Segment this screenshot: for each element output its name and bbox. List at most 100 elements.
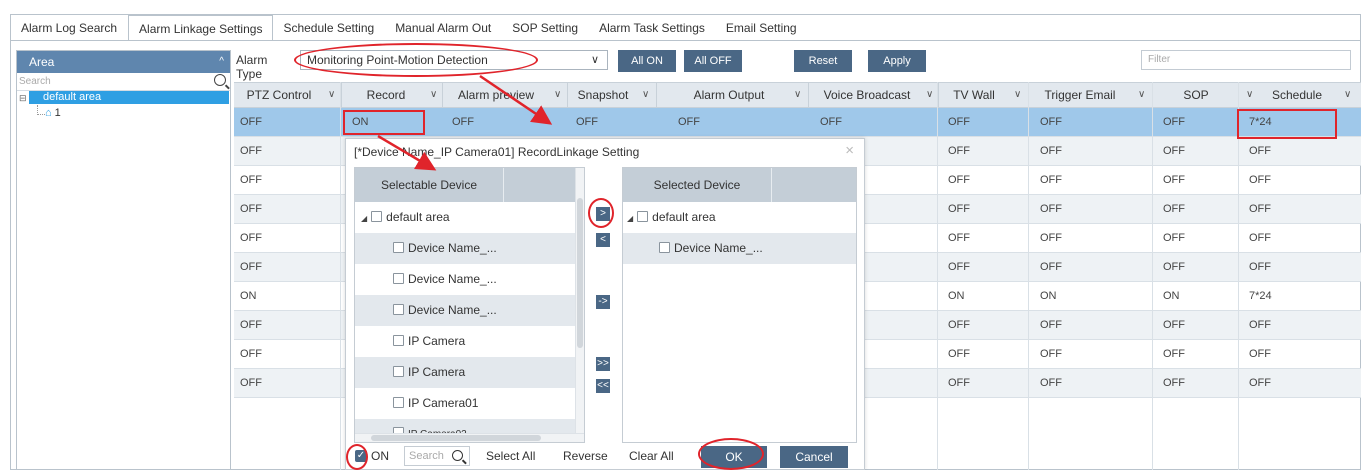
cell-schedule[interactable]: OFF (1243, 137, 1271, 165)
cell-sop[interactable]: OFF (1157, 311, 1185, 339)
expand-icon[interactable]: ◢ (627, 203, 633, 234)
on-checkbox[interactable]: ✓ (355, 450, 367, 462)
cell-preview[interactable]: OFF (446, 108, 474, 136)
checkbox[interactable] (637, 211, 649, 222)
cell-schedule[interactable]: 7*24 (1243, 282, 1272, 310)
chevron-down-icon[interactable]: ∨ (591, 51, 599, 69)
tab-email-setting[interactable]: Email Setting (716, 15, 808, 41)
checkbox[interactable] (393, 335, 404, 346)
cell-sop[interactable]: OFF (1157, 340, 1185, 368)
cell-tvwall[interactable]: OFF (942, 311, 970, 339)
tab-schedule-setting[interactable]: Schedule Setting (273, 15, 385, 41)
move-all-right-button[interactable]: >> (596, 357, 610, 371)
filter-input[interactable]: Filter (1141, 50, 1351, 70)
cell-ptz[interactable]: OFF (234, 195, 262, 223)
cell-tvwall[interactable]: OFF (942, 369, 970, 397)
cell-tvwall[interactable]: OFF (942, 224, 970, 252)
selectable-item[interactable]: IP Camera (355, 357, 577, 388)
selectable-item[interactable]: Device Name_... (355, 233, 577, 264)
horizontal-scrollbar[interactable] (355, 433, 584, 442)
cell-voice[interactable]: OFF (814, 108, 842, 136)
cancel-button[interactable]: Cancel (780, 446, 848, 468)
selectable-item[interactable]: IP Camera01 (355, 388, 577, 419)
col-trigger-email[interactable]: Trigger Email (1030, 83, 1130, 107)
cell-email[interactable]: OFF (1034, 195, 1062, 223)
selected-item[interactable]: Device Name_... (623, 233, 856, 264)
cell-ptz[interactable]: OFF (234, 137, 262, 165)
cell-sop[interactable]: OFF (1157, 224, 1185, 252)
cell-ptz[interactable]: OFF (234, 253, 262, 281)
cell-ptz[interactable]: ON (234, 282, 257, 310)
col-voice-broadcast[interactable]: Voice Broadcast (812, 83, 922, 107)
scroll-thumb[interactable] (371, 435, 541, 441)
col-record[interactable]: Record (346, 83, 426, 107)
cell-sop[interactable]: ON (1157, 282, 1180, 310)
cell-tvwall[interactable]: OFF (942, 195, 970, 223)
col-alarm-preview[interactable]: Alarm preview (446, 83, 546, 107)
area-header[interactable]: Area ^ (17, 51, 230, 73)
cell-sop[interactable]: OFF (1157, 253, 1185, 281)
tab-alarm-linkage-settings[interactable]: Alarm Linkage Settings (128, 15, 274, 41)
search-icon[interactable] (214, 74, 226, 86)
tree-node-default-area[interactable]: ⊟ default area (17, 91, 230, 105)
cell-schedule[interactable]: OFF (1243, 166, 1271, 194)
chevron-down-icon[interactable]: ∨ (926, 83, 933, 107)
selectable-item[interactable]: Device Name_... (355, 264, 577, 295)
checkbox[interactable] (393, 366, 404, 377)
scroll-thumb[interactable] (577, 198, 583, 348)
cell-tvwall[interactable]: OFF (942, 137, 970, 165)
cell-tvwall[interactable]: ON (942, 282, 965, 310)
cell-tvwall[interactable]: OFF (942, 108, 970, 136)
cell-sop[interactable]: OFF (1157, 369, 1185, 397)
chevron-down-icon[interactable]: ∨ (1014, 83, 1021, 107)
move-left-button[interactable]: < (596, 233, 610, 247)
collapse-icon[interactable]: ⊟ (19, 93, 27, 104)
cell-tvwall[interactable]: OFF (942, 166, 970, 194)
cell-schedule[interactable]: 7*24 (1243, 108, 1272, 136)
chevron-down-icon[interactable]: ∨ (328, 83, 335, 107)
all-off-button[interactable]: All OFF (684, 50, 742, 72)
col-tv-wall[interactable]: TV Wall (942, 83, 1006, 107)
cell-email[interactable]: OFF (1034, 224, 1062, 252)
checkbox[interactable] (393, 273, 404, 284)
cell-email[interactable]: ON (1034, 282, 1057, 310)
vertical-scrollbar[interactable] (575, 168, 584, 442)
tab-manual-alarm-out[interactable]: Manual Alarm Out (385, 15, 502, 41)
col-schedule[interactable]: Schedule (1252, 83, 1342, 107)
cell-email[interactable]: OFF (1034, 137, 1062, 165)
cell-sop[interactable]: OFF (1157, 108, 1185, 136)
cell-ptz[interactable]: OFF (234, 311, 262, 339)
chevron-down-icon[interactable]: ∨ (430, 83, 437, 107)
col-sop[interactable]: SOP (1154, 83, 1238, 107)
selected-item[interactable]: ◢ default area (623, 202, 856, 234)
cell-schedule[interactable]: OFF (1243, 340, 1271, 368)
cell-schedule[interactable]: OFF (1243, 195, 1271, 223)
expand-icon[interactable]: ◢ (361, 203, 367, 234)
chevron-down-icon[interactable]: ∨ (642, 83, 649, 107)
table-row[interactable] (234, 108, 1361, 137)
cell-email[interactable]: OFF (1034, 166, 1062, 194)
alarm-type-select[interactable]: Monitoring Point-Motion Detection ∨ (300, 50, 608, 70)
tab-sop-setting[interactable]: SOP Setting (502, 15, 589, 41)
move-arrow-button[interactable]: -> (596, 295, 610, 309)
cell-ptz[interactable]: OFF (234, 224, 262, 252)
checkbox[interactable] (659, 242, 670, 253)
reset-button[interactable]: Reset (794, 50, 852, 72)
cell-sop[interactable]: OFF (1157, 137, 1185, 165)
checkbox[interactable] (371, 211, 383, 222)
cell-schedule[interactable]: OFF (1243, 369, 1271, 397)
col-snapshot[interactable]: Snapshot (570, 83, 636, 107)
reverse-link[interactable]: Reverse (563, 449, 608, 463)
tree-node-1[interactable]: ⌂ 1 (45, 107, 61, 119)
selectable-item[interactable]: ◢ default area (355, 202, 577, 233)
cell-email[interactable]: OFF (1034, 253, 1062, 281)
cell-email[interactable]: OFF (1034, 108, 1062, 136)
cell-ptz[interactable]: OFF (234, 166, 262, 194)
cell-ptz[interactable]: OFF (234, 340, 262, 368)
selectable-item[interactable]: IP Camera (355, 326, 577, 357)
search-icon[interactable] (452, 450, 463, 461)
select-all-link[interactable]: Select All (486, 449, 535, 463)
col-alarm-output[interactable]: Alarm Output (674, 83, 784, 107)
apply-button[interactable]: Apply (868, 50, 926, 72)
all-on-button[interactable]: All ON (618, 50, 676, 72)
